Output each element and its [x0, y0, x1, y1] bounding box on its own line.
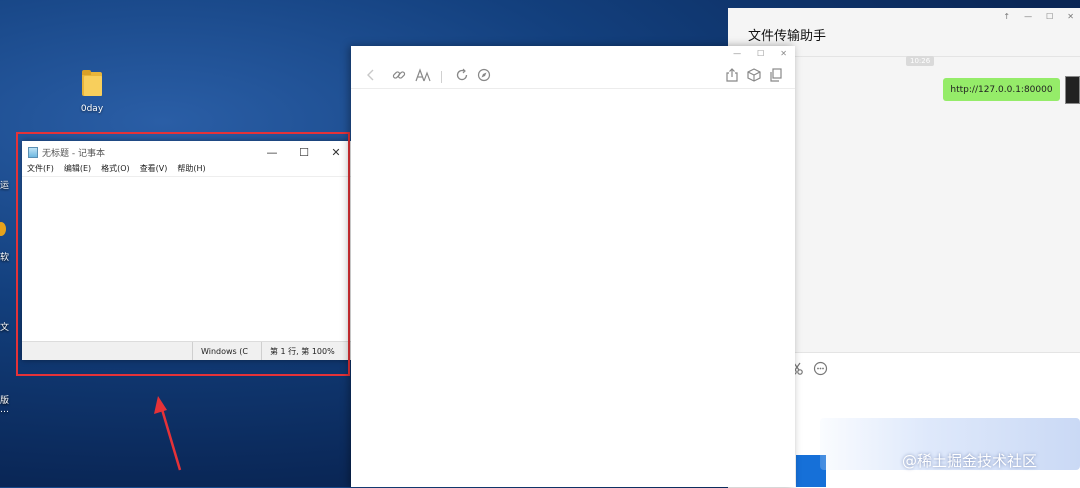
minimize-button[interactable]: —	[733, 49, 741, 58]
close-button[interactable]: ✕	[780, 49, 787, 58]
close-button[interactable]: ✕	[1067, 12, 1074, 21]
copy-icon[interactable]	[769, 68, 783, 82]
minimize-button[interactable]: —	[1024, 12, 1032, 21]
chat-title: 文件传输助手	[748, 29, 827, 44]
highlight-box	[16, 132, 350, 376]
chat-history-icon[interactable]	[813, 361, 828, 376]
maximize-button[interactable]: ☐	[1046, 12, 1053, 21]
compass-icon[interactable]	[477, 68, 491, 82]
share-icon[interactable]	[725, 68, 739, 82]
annotation-arrow-icon	[154, 396, 182, 471]
browser-content-area[interactable]	[351, 89, 795, 487]
desktop-folder-0day[interactable]: 0day	[70, 70, 114, 114]
cube-icon[interactable]	[747, 68, 761, 82]
folder-icon	[82, 70, 102, 96]
watermark: @稀土掘金技术社区	[902, 452, 1038, 470]
refresh-icon[interactable]	[455, 68, 469, 82]
message-bubble[interactable]: http://127.0.0.1:80000	[943, 78, 1060, 101]
browser-toolbar	[351, 62, 795, 89]
desktop-edge-label: 软	[0, 253, 10, 263]
avatar[interactable]	[1065, 76, 1080, 104]
browser-titlebar[interactable]: — ☐ ✕	[351, 46, 795, 62]
pin-button[interactable]: ↑	[1003, 12, 1010, 21]
maximize-button[interactable]: ☐	[757, 49, 764, 58]
desktop-edge-label: 文	[0, 323, 10, 333]
browser-window[interactable]: — ☐ ✕	[351, 46, 795, 487]
font-size-icon[interactable]	[415, 68, 431, 82]
message-timestamp: 10:26	[906, 56, 935, 66]
desktop-icon-label: 0day	[80, 104, 104, 114]
toolbar-separator	[441, 71, 442, 83]
desktop-edge-label: …	[0, 405, 9, 415]
back-icon[interactable]	[366, 68, 376, 82]
desktop-edge-label: 运	[0, 181, 10, 191]
link-icon[interactable]	[392, 68, 406, 82]
desktop-edge-app-icon[interactable]	[0, 222, 6, 236]
